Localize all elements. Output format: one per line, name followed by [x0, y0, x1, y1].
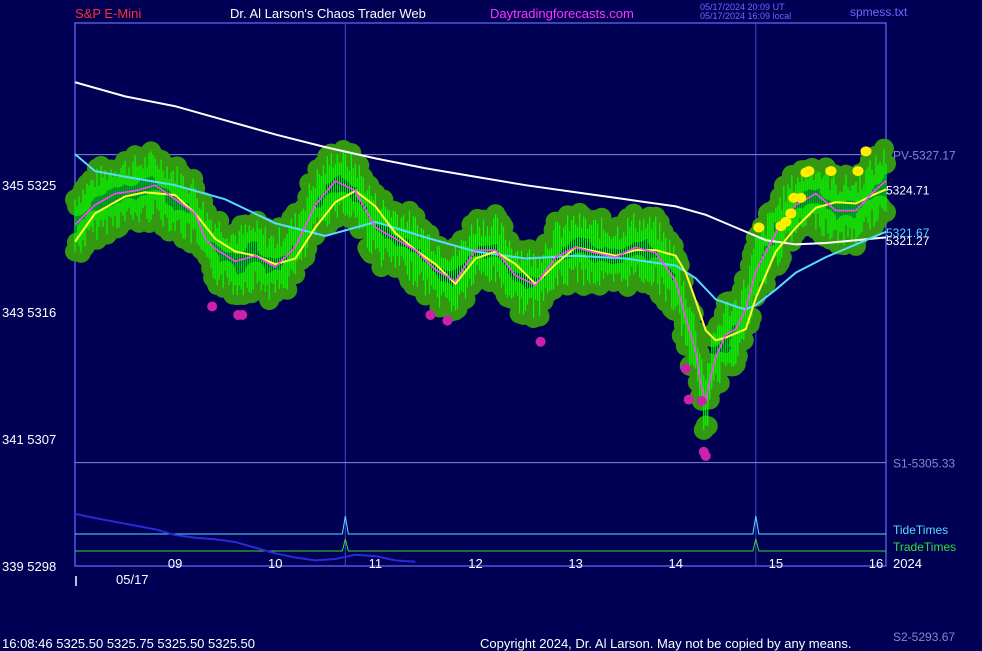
price-halo-group [65, 138, 896, 440]
timing-line [75, 538, 886, 552]
swing-low-dot [425, 309, 436, 320]
x-tick-label: 14 [669, 556, 683, 571]
swing-low-dot [535, 336, 546, 347]
swing-high-dot [780, 216, 792, 227]
year-label: 2024 [893, 556, 922, 571]
timing-label: TideTimes [893, 523, 948, 537]
level-label: PV-5327.17 [893, 149, 956, 163]
date-label: 05/17 [116, 572, 149, 587]
y-axis-label: 343 5316 [2, 305, 56, 320]
footer-copyright: Copyright 2024, Dr. Al Larson. May not b… [480, 636, 852, 651]
swing-low-dot [680, 363, 691, 374]
y-axis-label: 339 5298 [2, 559, 56, 574]
swing-high-dot [785, 208, 797, 219]
x-tick-label: 16 [869, 556, 883, 571]
swing-low-dot [442, 315, 453, 326]
swing-low-dot [683, 394, 694, 405]
x-tick-label: 15 [769, 556, 783, 571]
swing-high-dot [795, 192, 807, 203]
x-tick-label: 09 [168, 556, 182, 571]
swing-low-dot [207, 301, 218, 312]
x-tick-label: 13 [568, 556, 582, 571]
right-price-label: 5324.71 [886, 183, 930, 197]
swing-high-dot [753, 222, 765, 233]
y-axis-label: 345 5325 [2, 178, 56, 193]
blue-indicator-line [74, 512, 416, 563]
swing-high-dot [852, 166, 864, 177]
swing-low-dot [700, 450, 711, 461]
swing-high-dot [860, 146, 872, 157]
x-tick-label: 10 [268, 556, 282, 571]
swing-low-dot [237, 309, 248, 320]
right-price-label: 5321.27 [886, 234, 930, 248]
footer-quote: 16:08:46 5325.50 5325.75 5325.50 5325.50 [2, 636, 256, 651]
swing-high-dot [803, 166, 815, 177]
s2-label: S2-5293.67 [893, 630, 956, 644]
timing-label: TradeTimes [893, 540, 956, 554]
x-tick-label: 12 [468, 556, 482, 571]
y-axis-label: 341 5307 [2, 432, 56, 447]
x-tick-label: 11 [369, 556, 383, 571]
swing-low-dot [696, 395, 707, 406]
level-label: S1-5305.33 [893, 457, 955, 471]
swing-high-dot [825, 166, 837, 177]
chart-canvas: PV-5327.17 S1-5305.33 345 5325 343 5316 341 … [2, 22, 956, 586]
timing-line [75, 515, 886, 535]
